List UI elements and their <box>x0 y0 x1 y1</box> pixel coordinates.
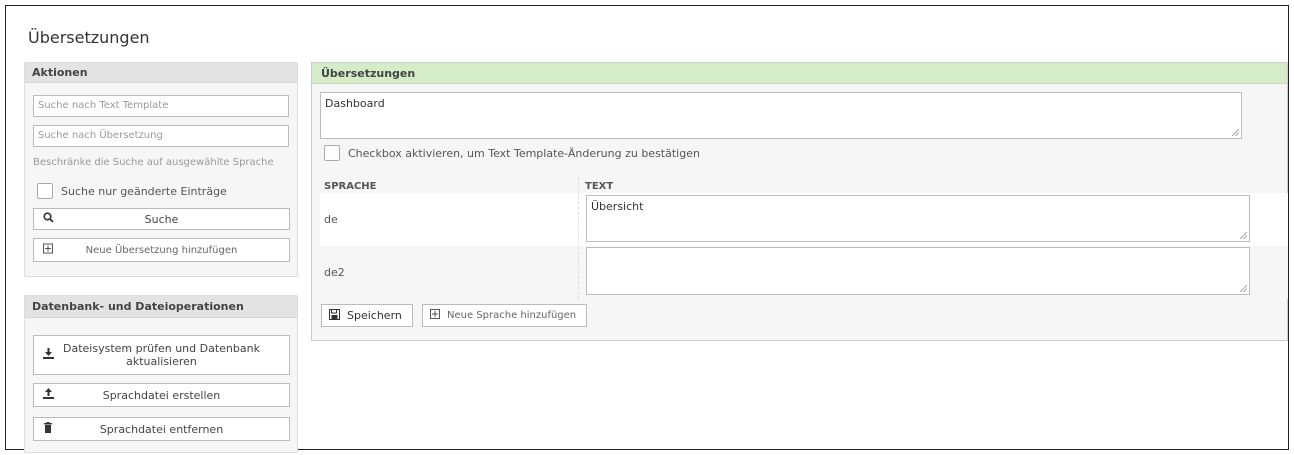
table-row: de Übersicht <box>320 193 1288 246</box>
column-header-text: TEXT <box>585 181 614 192</box>
check-filesystem-label-line2: aktualisieren <box>126 355 197 368</box>
actions-header: Aktionen <box>25 63 297 83</box>
save-button[interactable]: Speichern <box>321 304 413 327</box>
remove-language-file-button[interactable]: Sprachdatei entfernen <box>33 417 290 441</box>
translations-header: Übersetzungen <box>312 63 1287 84</box>
add-language-button[interactable]: Neue Sprache hinzufügen <box>422 304 587 327</box>
trash-icon <box>42 422 54 436</box>
upload-icon <box>42 388 54 402</box>
search-translation-input[interactable]: Suche nach Übersetzung <box>33 125 289 147</box>
add-translation-button[interactable]: Neue Übersetzung hinzufügen <box>33 238 290 262</box>
translation-textarea[interactable] <box>586 247 1250 295</box>
changed-only-label: Suche nur geänderte Einträge <box>61 184 227 198</box>
search-button-label: Suche <box>144 212 179 226</box>
resize-handle-icon[interactable] <box>1240 285 1247 292</box>
page-frame: Übersetzungen Aktionen Suche nach Text T… <box>5 5 1289 453</box>
column-header-language: SPRACHE <box>324 181 377 192</box>
db-operations-header: Datenbank- und Dateioperationen <box>25 296 297 318</box>
remove-language-file-label: Sprachdatei entfernen <box>99 422 224 436</box>
db-operations-widget: Datenbank- und Dateioperationen Dateisys… <box>24 295 298 453</box>
plus-square-icon <box>42 243 54 257</box>
plus-square-icon <box>430 309 440 322</box>
confirm-change-checkbox[interactable] <box>324 145 340 161</box>
actions-widget: Aktionen Suche nach Text Template Suche … <box>24 62 298 277</box>
create-language-file-label: Sprachdatei erstellen <box>102 388 221 402</box>
page-title: Übersetzungen <box>28 28 150 47</box>
row-language: de2 <box>324 266 345 279</box>
resize-handle-icon[interactable] <box>1240 232 1247 239</box>
create-language-file-button[interactable]: Sprachdatei erstellen <box>33 383 290 407</box>
template-textarea[interactable]: Dashboard <box>320 92 1242 139</box>
save-button-label: Speichern <box>347 309 402 322</box>
resize-handle-icon[interactable] <box>1232 129 1239 136</box>
template-text: Dashboard <box>325 97 385 110</box>
restrict-language-hint[interactable]: Beschränke die Suche auf ausgewählte Spr… <box>33 157 274 168</box>
translation-textarea[interactable]: Übersicht <box>586 195 1250 242</box>
search-template-input[interactable]: Suche nach Text Template <box>33 95 289 117</box>
column-divider <box>578 177 579 299</box>
floppy-icon <box>329 308 340 323</box>
download-icon <box>42 348 54 362</box>
add-translation-label: Neue Übersetzung hinzufügen <box>85 244 238 256</box>
confirm-change-row: Checkbox aktivieren, um Text Template-Än… <box>324 145 700 161</box>
translation-text: Übersicht <box>591 200 644 213</box>
changed-only-checkbox[interactable] <box>37 183 53 199</box>
translations-panel: Übersetzungen Dashboard Checkbox aktivie… <box>311 62 1288 341</box>
search-button[interactable]: Suche <box>33 208 290 230</box>
row-language: de <box>324 213 338 226</box>
magnifier-icon <box>42 212 54 226</box>
check-filesystem-button[interactable]: Dateisystem prüfen und Datenbank aktuali… <box>33 335 290 375</box>
add-language-label: Neue Sprache hinzufügen <box>447 310 577 321</box>
changed-only-row: Suche nur geänderte Einträge <box>37 183 227 199</box>
confirm-change-label: Checkbox aktivieren, um Text Template-Än… <box>348 146 700 160</box>
check-filesystem-label-line1: Dateisystem prüfen und Datenbank <box>63 342 260 355</box>
table-row: de2 <box>320 246 1288 299</box>
